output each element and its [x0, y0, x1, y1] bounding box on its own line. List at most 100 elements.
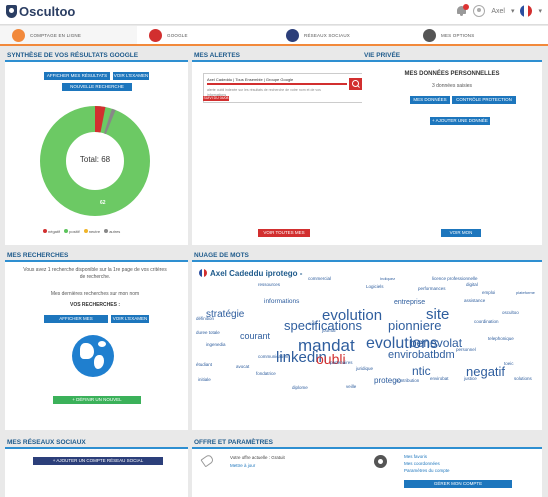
international-button[interactable]: + Définir un nouvel internationale [53, 396, 141, 410]
cloud-word: commercial [308, 276, 332, 281]
cloud-word: solutions [514, 376, 532, 381]
cloud-word: courant [240, 331, 271, 341]
cloud-word: emploi [482, 290, 496, 295]
cloud-word: entreprise [394, 299, 426, 306]
cloud-word: Indiquez [380, 276, 396, 281]
protection-button[interactable]: Contrôle protection [452, 96, 516, 104]
dashboard-icon [12, 28, 25, 42]
cloud-word: ntic [412, 364, 431, 378]
cloud-word: assistance [464, 298, 486, 303]
social-panel: Mes réseaux sociaux [5, 437, 188, 497]
cloud-word: justice [464, 376, 477, 381]
cloud-word: fondatrice [256, 371, 276, 376]
panel-title: Mes réseaux sociaux [5, 437, 188, 449]
legend-dot [43, 229, 47, 233]
new-search-button[interactable]: Nouvelle recherche [62, 83, 132, 91]
shield-icon [6, 5, 17, 18]
cloud-word: initiale [198, 377, 211, 382]
cloud-word: ressources [258, 282, 281, 287]
tab-google[interactable]: Google [137, 26, 274, 44]
cloud-word: avocat [236, 364, 250, 369]
app-logo[interactable]: Oscultoo [6, 4, 75, 19]
cloud-word: telephonique [488, 336, 514, 341]
alert-card-title: Axel Cadeddu | Tous Ensemble | Groupe Go… [207, 77, 294, 82]
user-label[interactable]: Axel [491, 8, 505, 15]
privacy-subheading: 3 données saisies [431, 83, 473, 89]
globe-icon [72, 335, 114, 377]
view-profile-button[interactable]: Voir mon profil [441, 229, 481, 243]
top-bar: Oscultoo Axel ▾ ▾ [0, 0, 548, 25]
alert-tag: Suivi du 04/08 [203, 96, 229, 101]
cloud-word: benevolat [410, 336, 463, 350]
cloud-word: coordination [474, 319, 499, 324]
cloud-word: partenaires [330, 360, 353, 365]
tab-options[interactable]: Mes options [411, 26, 548, 44]
panel-title: Synthèse de vos résultats Google [5, 50, 188, 62]
user-icon[interactable] [473, 5, 486, 17]
tab-social[interactable]: Réseaux sociaux [274, 26, 411, 44]
cloud-word: journal [322, 328, 336, 333]
all-alerts-button[interactable]: Voir toutes mes alertes [258, 229, 310, 243]
manage-account-button[interactable]: Gérer mon compte [404, 480, 512, 488]
cloud-word: veille [346, 384, 357, 389]
cloud-word: définition [196, 316, 215, 321]
cloud-word: ingenedia [206, 342, 226, 347]
main-tabs: Comptage en ligne Google Réseaux sociaux… [0, 26, 548, 46]
upgrade-link[interactable]: Mettre à jour [230, 463, 255, 468]
add-data-button[interactable]: + Ajouter une donnée [430, 117, 490, 125]
tab-dashboard[interactable]: Comptage en ligne [0, 26, 137, 44]
cloud-word: oscultoo [502, 310, 519, 315]
searches-text: Vous avez 1 recherche disponible sur la … [23, 267, 167, 280]
bell-icon[interactable] [456, 4, 470, 17]
flag-icon[interactable] [520, 5, 533, 17]
panel-title: Vie privée [362, 50, 542, 62]
legend-dot [83, 229, 88, 233]
my-data-button[interactable]: Mes données [410, 96, 450, 104]
cloud-word: licence professionnelle [432, 276, 478, 281]
panel-title: Mes alertes [192, 50, 372, 62]
legend-dot [104, 229, 109, 233]
cloud-word: personnel [456, 347, 476, 352]
examine-button[interactable]: Voir l'examen [113, 72, 149, 80]
cloud-word: pionniere [388, 318, 442, 333]
legend-label: autres [109, 229, 121, 234]
cloud-word: envirobat [430, 376, 449, 381]
show-results-button[interactable]: Afficher mes résultats [44, 72, 110, 80]
tab-label: Comptage en ligne [30, 32, 82, 38]
chevron-down-icon[interactable]: ▾ [511, 7, 515, 15]
searches-examine-button[interactable]: Voir l'examen [111, 315, 149, 323]
panel-title: Mes recherches [5, 250, 188, 262]
cloud-word: communication [258, 354, 289, 359]
app-title: Oscultoo [19, 4, 76, 19]
searches-subtext: Mes dernières recherches sur mon nom [50, 291, 140, 297]
cloud-word: toeic [504, 361, 514, 366]
cloud-word: Logiciels [366, 284, 384, 289]
favorites-link[interactable]: Mes favoris [404, 454, 427, 459]
legend-label: négatif [48, 229, 61, 234]
cloud-word: plateforme [516, 290, 535, 295]
word-cloud: commercial Indiquez licence professionnell… [196, 276, 542, 417]
cloud-word: performances [418, 286, 446, 291]
contact-details-link[interactable]: Mes coordonnées [404, 461, 440, 466]
plan-line: Votre offre actuelle : Gratuit [230, 455, 285, 460]
cloud-word: informations [264, 298, 300, 305]
legend-dot [64, 229, 69, 233]
search-icon[interactable] [349, 78, 363, 90]
cloud-word: juridique [356, 366, 374, 371]
cloud-word: diplome [292, 385, 308, 390]
tab-label: Réseaux sociaux [304, 32, 351, 38]
cloud-word: digital [466, 282, 478, 287]
social-icon [286, 28, 299, 42]
notification-badge [463, 4, 470, 10]
panel-title: Nuage de mots [192, 250, 542, 262]
account-settings-link[interactable]: Paramètres du compte [404, 468, 450, 473]
gear-icon [374, 455, 387, 468]
top-right-menu: Axel ▾ ▾ [456, 4, 542, 17]
cloud-word: contribution [396, 378, 420, 383]
show-searches-button[interactable]: Afficher mes recherches [44, 315, 108, 329]
legend-label: positif [69, 229, 80, 234]
donut-total-label: Total: 68 [79, 155, 111, 164]
add-social-account-button[interactable]: + Ajouter un compte réseau social [33, 457, 163, 465]
language-chevron-icon[interactable]: ▾ [538, 7, 542, 15]
panel-title: Offre et paramètres [192, 437, 542, 449]
